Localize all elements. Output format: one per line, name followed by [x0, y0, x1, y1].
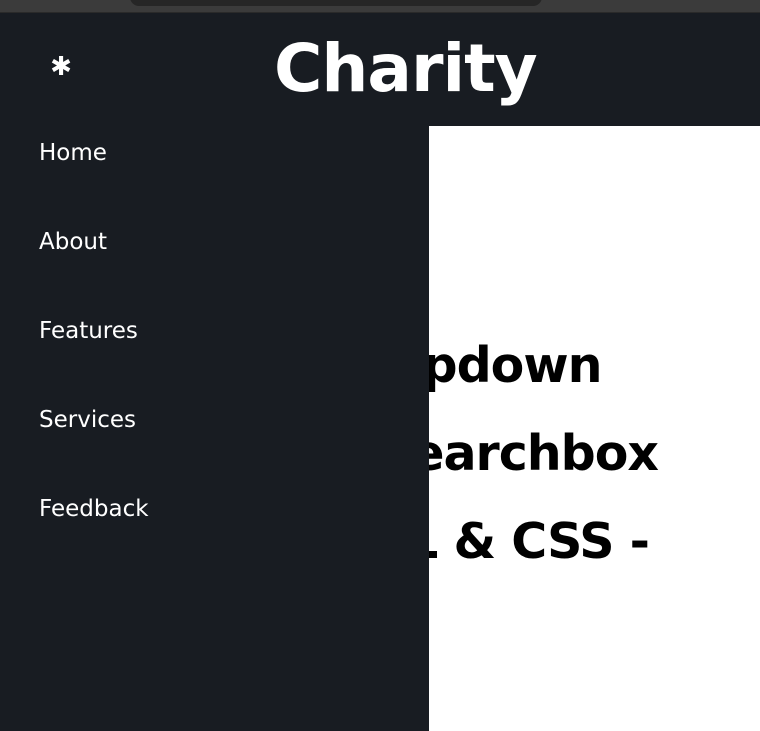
- browser-top-bar: [0, 0, 760, 13]
- address-bar[interactable]: [130, 0, 542, 6]
- close-icon[interactable]: ✱: [48, 52, 74, 82]
- sidebar-item-home: Home: [39, 137, 149, 226]
- main-content: Dropdown h Searchbox TML & CSS - box: [429, 126, 760, 731]
- nav-link-features[interactable]: Features: [39, 315, 138, 347]
- nav-link-about[interactable]: About: [39, 226, 107, 258]
- article-title-line-3: TML & CSS -: [429, 513, 650, 570]
- article-title-line-1: Dropdown: [429, 337, 602, 394]
- nav-link-home[interactable]: Home: [39, 137, 107, 169]
- article-title-line-4: box: [429, 586, 760, 674]
- nav-link-services[interactable]: Services: [39, 404, 136, 436]
- nav-link-feedback[interactable]: Feedback: [39, 493, 149, 525]
- site-logo[interactable]: Charity: [274, 31, 538, 107]
- article-title-line-2: h Searchbox: [429, 425, 659, 482]
- sidebar-nav: Home About Features Services Feedback: [0, 100, 429, 731]
- sidebar-item-features: Features: [39, 315, 149, 404]
- sidebar-item-services: Services: [39, 404, 149, 493]
- article-title: Dropdown h Searchbox TML & CSS - box: [429, 322, 760, 674]
- nav-list: Home About Features Services Feedback: [39, 137, 149, 582]
- sidebar-item-about: About: [39, 226, 149, 315]
- sidebar-item-feedback: Feedback: [39, 493, 149, 582]
